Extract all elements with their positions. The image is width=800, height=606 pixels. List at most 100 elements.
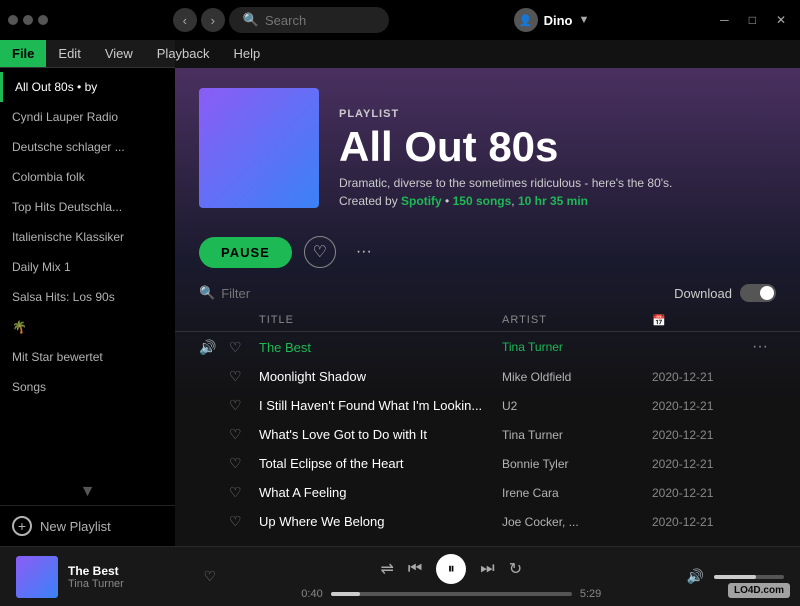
track-date: 2020-12-21 xyxy=(652,457,752,471)
titlebar-dots xyxy=(8,15,48,25)
playlist-info: PLAYLIST All Out 80s Dramatic, diverse t… xyxy=(339,108,776,208)
new-playlist-label: New Playlist xyxy=(40,519,111,534)
maximize-button[interactable]: □ xyxy=(743,11,762,29)
heart-button[interactable]: ♡ xyxy=(304,236,336,268)
heart-icon: ♡ xyxy=(229,484,259,501)
play-pause-button[interactable]: ⏸ xyxy=(436,554,466,584)
track-artist: Joe Cocker, ... xyxy=(502,515,652,529)
heart-icon: ♡ xyxy=(229,368,259,385)
menu-bar: File Edit View Playback Help xyxy=(0,40,175,68)
shuffle-button[interactable]: ⇌ xyxy=(380,559,393,579)
table-row[interactable]: 🔊 ♡ The Best Tina Turner ··· xyxy=(175,332,800,362)
playlist-type: PLAYLIST xyxy=(339,108,776,120)
back-button[interactable]: ‹ xyxy=(173,8,197,32)
nav-controls: ‹ › 🔍 xyxy=(173,7,389,33)
track-date: 2020-12-21 xyxy=(652,370,752,384)
next-button[interactable]: ⏭ xyxy=(480,560,494,578)
track-title: The Best xyxy=(259,340,502,355)
volume-icon: 🔊 xyxy=(687,568,704,585)
close-button[interactable]: ✕ xyxy=(770,11,792,29)
player-controls: ⇌ ⏮ ⏸ ⏭ ↻ 0:40 5:29 xyxy=(228,554,675,600)
sidebar-item-deutsche[interactable]: Deutsche schlager ... xyxy=(0,132,175,162)
track-title: I Still Haven't Found What I'm Lookin... xyxy=(259,398,502,413)
playlist-title: All Out 80s xyxy=(339,124,776,170)
filter-input-area: 🔍 xyxy=(199,285,397,301)
player-art xyxy=(16,556,58,598)
window-controls: ─ □ ✕ xyxy=(714,11,792,29)
toggle-knob xyxy=(760,286,774,300)
progress-fill xyxy=(331,592,360,596)
progress-bar[interactable] xyxy=(331,592,572,596)
table-row[interactable]: ♡ Up Where We Belong Joe Cocker, ... 202… xyxy=(175,507,800,536)
filter-input[interactable] xyxy=(221,286,397,301)
player-artist: Tina Turner xyxy=(68,578,193,590)
sidebar-item-allout80s[interactable]: All Out 80s • by xyxy=(0,72,175,102)
track-list: 🔊 ♡ The Best Tina Turner ··· ♡ Moonlight… xyxy=(175,332,800,536)
player-bar: The Best Tina Turner ♡ ⇌ ⏮ ⏸ ⏭ ↻ 0:40 5:… xyxy=(0,546,800,606)
track-title: What's Love Got to Do with It xyxy=(259,427,502,442)
repeat-button[interactable]: ↻ xyxy=(509,559,522,579)
filter-icon: 🔍 xyxy=(199,285,215,301)
current-time: 0:40 xyxy=(301,588,322,600)
sidebar-item-songs[interactable]: Songs xyxy=(0,372,175,402)
track-artist: Tina Turner xyxy=(502,340,652,354)
main-content: PLAYLIST All Out 80s Dramatic, diverse t… xyxy=(175,68,800,546)
playlist-duration: 10 hr 35 min xyxy=(518,194,588,208)
minimize-button[interactable]: ─ xyxy=(714,11,735,29)
sidebar-item-tophits[interactable]: Top Hits Deutschla... xyxy=(0,192,175,222)
sidebar-item-cyndi[interactable]: Cyndi Lauper Radio xyxy=(0,102,175,132)
table-row[interactable]: ♡ What A Feeling Irene Cara 2020-12-21 xyxy=(175,478,800,507)
edit-menu[interactable]: Edit xyxy=(46,40,92,67)
sidebar-item-italiana[interactable]: Italienische Klassiker xyxy=(0,222,175,252)
heart-icon: ♡ xyxy=(229,513,259,530)
track-date: 2020-12-21 xyxy=(652,428,752,442)
filter-bar: 🔍 Download xyxy=(175,280,800,310)
table-row[interactable]: ♡ I Still Haven't Found What I'm Lookin.… xyxy=(175,391,800,420)
volume-fill xyxy=(714,575,756,579)
sidebar-items: All Out 80s • by Cyndi Lauper Radio Deut… xyxy=(0,68,175,479)
progress-area: 0:40 5:29 xyxy=(301,588,601,600)
col-artist: ARTIST xyxy=(502,314,652,327)
col-date-icon: 📅 xyxy=(652,314,752,327)
prev-button[interactable]: ⏮ xyxy=(408,560,422,578)
view-menu[interactable]: View xyxy=(93,40,145,67)
file-menu[interactable]: File xyxy=(0,40,46,67)
help-menu[interactable]: Help xyxy=(222,40,273,67)
sidebar-item-star[interactable]: Mit Star bewertet xyxy=(0,342,175,372)
sidebar-item-colombia[interactable]: Colombia folk xyxy=(0,162,175,192)
player-title: The Best xyxy=(68,564,193,578)
track-header: TITLE ARTIST 📅 xyxy=(175,310,800,332)
table-row[interactable]: ♡ What's Love Got to Do with It Tina Tur… xyxy=(175,420,800,449)
col-heart xyxy=(229,314,259,327)
menu-items: File Edit View Playback Help xyxy=(0,40,175,67)
more-icon: ··· xyxy=(752,338,776,356)
table-row[interactable]: ♡ Moonlight Shadow Mike Oldfield 2020-12… xyxy=(175,362,800,391)
download-area: Download xyxy=(674,284,776,302)
playlist-desc: Dramatic, diverse to the sometimes ridic… xyxy=(339,176,776,190)
watermark-badge: LO4D.com xyxy=(728,583,790,598)
track-artist: Bonnie Tyler xyxy=(502,457,652,471)
more-button[interactable]: ··· xyxy=(348,236,380,268)
download-toggle[interactable] xyxy=(740,284,776,302)
sidebar-item-salsa[interactable]: Salsa Hits: Los 90s xyxy=(0,282,175,312)
sidebar-item-dailymix[interactable]: Daily Mix 1 xyxy=(0,252,175,282)
new-playlist-button[interactable]: + New Playlist xyxy=(12,516,163,536)
user-name: Dino xyxy=(544,13,573,28)
heart-icon: ♡ xyxy=(229,397,259,414)
sidebar-item-palm[interactable]: 🌴 xyxy=(0,312,175,342)
player-buttons: ⇌ ⏮ ⏸ ⏭ ↻ xyxy=(380,554,522,584)
download-label: Download xyxy=(674,286,732,301)
table-row[interactable]: ♡ Total Eclipse of the Heart Bonnie Tyle… xyxy=(175,449,800,478)
search-input[interactable] xyxy=(265,13,385,28)
search-icon: 🔍 xyxy=(243,12,259,28)
forward-button[interactable]: › xyxy=(201,8,225,32)
volume-bar[interactable] xyxy=(714,575,784,579)
playback-menu[interactable]: Playback xyxy=(145,40,222,67)
track-date: 2020-12-21 xyxy=(652,515,752,529)
track-title: What A Feeling xyxy=(259,485,502,500)
col-more xyxy=(752,314,776,327)
pause-button[interactable]: PAUSE xyxy=(199,237,292,268)
track-artist: U2 xyxy=(502,399,652,413)
player-heart-icon[interactable]: ♡ xyxy=(203,568,216,585)
playlist-meta: Created by Spotify • 150 songs, 10 hr 35… xyxy=(339,194,776,208)
